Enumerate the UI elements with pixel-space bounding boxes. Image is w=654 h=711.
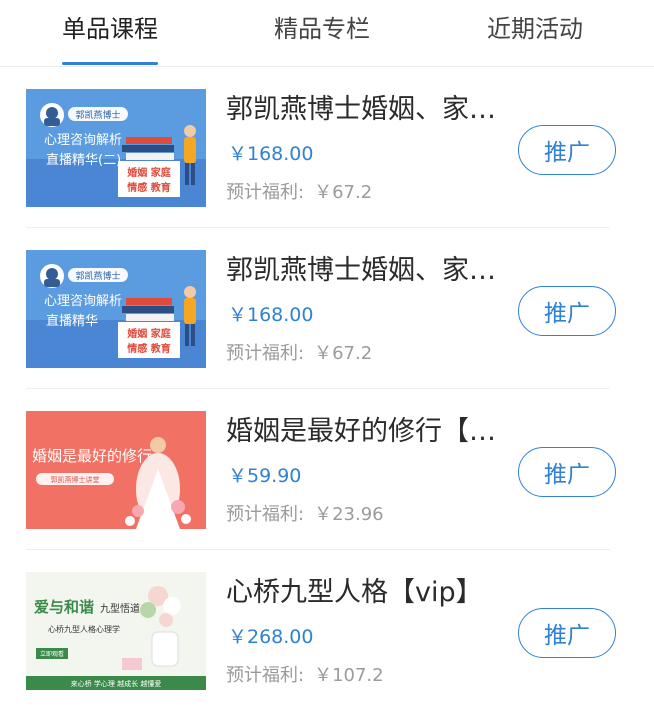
course-thumbnail: 郭凯燕博士 心理咨询解析 直播精华 婚姻 家庭 情感 教育 <box>26 250 206 368</box>
svg-text:婚姻 家庭: 婚姻 家庭 <box>127 166 171 179</box>
welfare-label: 预计福利: <box>226 504 305 525</box>
svg-text:立即观看: 立即观看 <box>40 650 64 658</box>
course-item[interactable]: 婚姻是最好的修行 郭凯燕博士讲堂 婚姻是最好的修行【… ￥59.90 预计福利:… <box>0 389 654 550</box>
welfare-value: ￥67.2 <box>314 343 373 364</box>
course-title[interactable]: 婚姻是最好的修行【… <box>226 414 511 450</box>
svg-text:情感 教育: 情感 教育 <box>127 342 170 355</box>
welfare-value: ￥67.2 <box>314 182 373 203</box>
welfare-label: 预计福利: <box>226 182 305 203</box>
svg-text:心理咨询解析: 心理咨询解析 <box>44 133 122 148</box>
welfare-label: 预计福利: <box>226 343 305 364</box>
welfare-value: ￥107.2 <box>314 665 384 686</box>
svg-text:婚姻是最好的修行: 婚姻是最好的修行 <box>32 447 152 465</box>
svg-text:直播精华: 直播精华 <box>46 314 98 329</box>
estimated-welfare: 预计福利: ￥107.2 <box>226 664 384 688</box>
estimated-welfare: 预计福利: ￥67.2 <box>226 342 372 366</box>
tab-recent-events[interactable]: 近期活动 <box>487 14 583 44</box>
tab-single-course[interactable]: 单品课程 <box>62 14 158 44</box>
course-item[interactable]: 爱与和谐 九型悟道 心桥九型人格心理学 立即观看 来心桥 学心理 越成长 越懂爱… <box>0 550 654 711</box>
svg-text:情感 教育: 情感 教育 <box>127 181 170 194</box>
course-thumbnail: 郭凯燕博士 心理咨询解析 直播精华(二) 婚姻 家庭 情感 教育 <box>26 89 206 207</box>
estimated-welfare: 预计福利: ￥23.96 <box>226 503 384 527</box>
active-tab-indicator <box>62 62 158 65</box>
course-item[interactable]: 郭凯燕博士 心理咨询解析 直播精华 婚姻 家庭 情感 教育 郭凯燕博士婚姻、家…… <box>0 228 654 389</box>
svg-text:直播精华(二): 直播精华(二) <box>46 153 121 168</box>
promote-button[interactable]: 推广 <box>518 286 616 336</box>
course-price: ￥168.00 <box>228 143 314 165</box>
svg-text:心理咨询解析: 心理咨询解析 <box>44 294 122 309</box>
course-title[interactable]: 郭凯燕博士婚姻、家… <box>226 253 511 289</box>
tab-bar: 单品课程 精品专栏 近期活动 <box>0 0 654 67</box>
course-price: ￥268.00 <box>228 626 314 648</box>
course-cover-image: 郭凯燕博士 心理咨询解析 直播精华 婚姻 家庭 情感 教育 <box>26 250 206 368</box>
promote-button[interactable]: 推广 <box>518 447 616 497</box>
course-price: ￥168.00 <box>228 304 314 326</box>
course-price: ￥59.90 <box>228 465 302 487</box>
course-list: 郭凯燕博士 心理咨询解析 直播精华(二) 婚姻 家庭 情感 教育 郭凯燕博士婚姻… <box>0 67 654 711</box>
welfare-value: ￥23.96 <box>314 504 384 525</box>
course-title[interactable]: 郭凯燕博士婚姻、家… <box>226 92 511 128</box>
estimated-welfare: 预计福利: ￥67.2 <box>226 181 372 205</box>
course-cover-image: 郭凯燕博士 心理咨询解析 直播精华(二) 婚姻 家庭 情感 教育 <box>26 89 206 207</box>
promote-button[interactable]: 推广 <box>518 608 616 658</box>
course-cover-image: 婚姻是最好的修行 郭凯燕博士讲堂 <box>26 411 206 529</box>
course-cover-image: 爱与和谐 九型悟道 心桥九型人格心理学 立即观看 来心桥 学心理 越成长 越懂爱 <box>26 572 206 690</box>
tab-premium-column[interactable]: 精品专栏 <box>274 14 370 44</box>
svg-text:九型悟道: 九型悟道 <box>100 602 140 615</box>
promote-button[interactable]: 推广 <box>518 125 616 175</box>
course-thumbnail: 婚姻是最好的修行 郭凯燕博士讲堂 <box>26 411 206 529</box>
course-item[interactable]: 郭凯燕博士 心理咨询解析 直播精华(二) 婚姻 家庭 情感 教育 郭凯燕博士婚姻… <box>0 67 654 228</box>
course-title[interactable]: 心桥九型人格【vip】 <box>226 575 511 611</box>
svg-text:心桥九型人格心理学: 心桥九型人格心理学 <box>48 624 120 634</box>
svg-text:来心桥 学心理 越成长 越懂爱: 来心桥 学心理 越成长 越懂爱 <box>71 679 162 688</box>
svg-text:郭凯燕博士: 郭凯燕博士 <box>75 270 120 282</box>
svg-text:婚姻 家庭: 婚姻 家庭 <box>127 327 171 340</box>
svg-text:郭凯燕博士: 郭凯燕博士 <box>75 109 120 121</box>
welfare-label: 预计福利: <box>226 665 305 686</box>
svg-text:郭凯燕博士讲堂: 郭凯燕博士讲堂 <box>51 475 100 484</box>
svg-text:爱与和谐: 爱与和谐 <box>34 598 94 616</box>
course-thumbnail: 爱与和谐 九型悟道 心桥九型人格心理学 立即观看 来心桥 学心理 越成长 越懂爱 <box>26 572 206 690</box>
